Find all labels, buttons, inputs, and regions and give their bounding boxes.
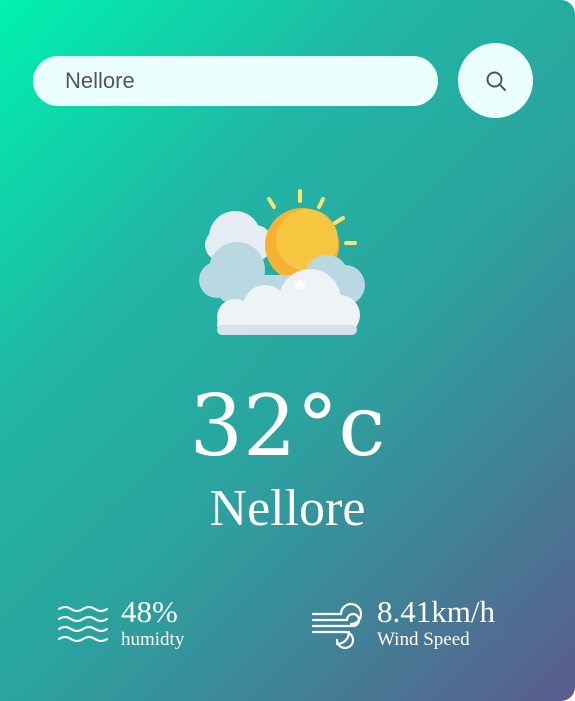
temperature: 32°c: [189, 377, 386, 475]
search-input[interactable]: [65, 56, 425, 106]
wind-label: Wind Speed: [377, 628, 470, 650]
search-icon: [486, 71, 506, 91]
humidity-waves-icon: [58, 605, 108, 642]
wind-value: 8.41km/h: [377, 594, 495, 629]
wind-icon: [311, 602, 363, 649]
partly-cloudy-icon: [199, 189, 365, 335]
weather-card: 32°c Nellore 48% humidty: [0, 0, 575, 701]
humidity-label: humidty: [121, 628, 185, 650]
search-bar[interactable]: [33, 56, 438, 106]
humidity-stat: 48% humidty: [57, 594, 185, 651]
wind-stat: 8.41km/h Wind Speed: [311, 594, 495, 651]
humidity-value: 48%: [121, 594, 178, 629]
city-name: Nellore: [209, 480, 366, 537]
search-button[interactable]: [458, 43, 533, 118]
